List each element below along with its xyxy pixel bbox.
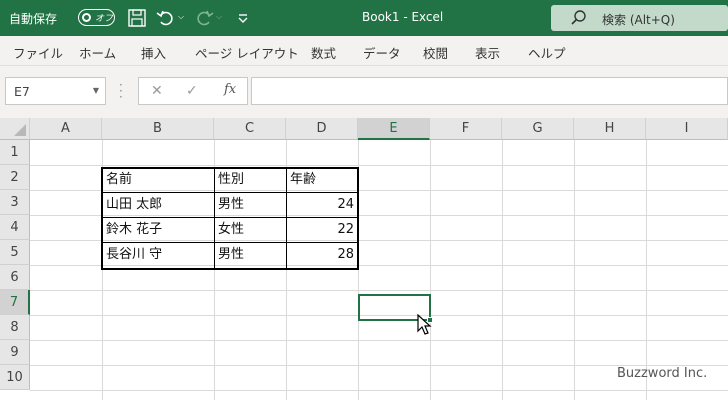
ribbon-tabs: ファイル ホーム 挿入 ページ レイアウト 数式 データ 校閲 表示 ヘルプ	[0, 36, 728, 66]
cell-c5[interactable]: 男性	[215, 242, 286, 267]
formula-buttons: ✕ ✓ fx	[138, 77, 248, 105]
redo-icon[interactable]	[193, 7, 215, 29]
gridline-h	[30, 390, 728, 391]
undo-dropdown-icon[interactable]: ⌵	[178, 12, 184, 22]
column-header-d[interactable]: D	[286, 118, 358, 140]
select-all-triangle-icon	[14, 124, 26, 136]
column-header-e[interactable]: E	[358, 118, 430, 140]
autosave-state: オフ	[95, 14, 114, 24]
tab-formulas[interactable]: 数式	[311, 43, 336, 62]
gridline-v	[430, 140, 431, 400]
row-header-1[interactable]: 1	[0, 140, 30, 165]
row-header-4[interactable]: 4	[0, 215, 30, 240]
column-header-h[interactable]: H	[574, 118, 646, 140]
name-box-dropdown-icon[interactable]: ▼	[93, 86, 99, 95]
formula-bar-resize-handle-icon[interactable]: · · ·	[119, 79, 123, 103]
column-header-i[interactable]: I	[646, 118, 728, 140]
row-header-8[interactable]: 8	[0, 315, 30, 340]
cell-d5[interactable]: 28	[287, 242, 357, 267]
cell-d4[interactable]: 22	[287, 217, 357, 242]
tab-data[interactable]: データ	[363, 43, 401, 62]
enter-icon[interactable]: ✓	[186, 83, 198, 99]
watermark: Buzzword Inc.	[617, 366, 708, 381]
cell-b2[interactable]: 名前	[103, 167, 214, 192]
cell-d3[interactable]: 24	[287, 192, 357, 217]
mouse-cursor-icon	[417, 314, 432, 335]
autosave-toggle[interactable]: オフ	[78, 9, 115, 26]
gridline-v	[574, 140, 575, 400]
tab-view[interactable]: 表示	[475, 43, 500, 62]
gridline-h	[30, 290, 728, 291]
undo-icon[interactable]	[155, 7, 177, 29]
search-placeholder: 検索 (Alt+Q)	[602, 13, 675, 27]
row-header-2[interactable]: 2	[0, 165, 30, 190]
row-header-3[interactable]: 3	[0, 190, 30, 215]
row-header-7[interactable]: 7	[0, 290, 30, 315]
tab-home[interactable]: ホーム	[79, 43, 116, 62]
tab-review[interactable]: 校閲	[423, 43, 448, 62]
formula-bar-area: E7 ▼ · · · ✕ ✓ fx	[0, 66, 728, 118]
save-icon[interactable]	[126, 7, 148, 29]
column-header-c[interactable]: C	[214, 118, 286, 140]
search-box[interactable]: 検索 (Alt+Q)	[551, 5, 728, 31]
cell-b4[interactable]: 鈴木 花子	[103, 217, 214, 242]
select-all-button[interactable]	[0, 118, 30, 140]
cell-c2[interactable]: 性別	[215, 167, 286, 192]
toggle-knob-icon	[82, 13, 91, 22]
search-icon	[571, 10, 586, 25]
cell-c4[interactable]: 女性	[215, 217, 286, 242]
customize-toolbar-icon[interactable]	[233, 7, 255, 29]
gridline-v	[646, 140, 647, 400]
gridline-h	[30, 165, 728, 166]
row-header-6[interactable]: 6	[0, 265, 30, 290]
cell-c3[interactable]: 男性	[215, 192, 286, 217]
autosave-label: 自動保存	[9, 12, 58, 26]
cancel-icon[interactable]: ✕	[151, 83, 163, 99]
gridline-h	[30, 340, 728, 341]
tab-file[interactable]: ファイル	[13, 43, 63, 62]
document-title: Book1 - Excel	[362, 10, 444, 24]
formula-input[interactable]	[251, 77, 728, 105]
name-box[interactable]: E7 ▼	[5, 77, 106, 105]
row-header-9[interactable]: 9	[0, 340, 30, 365]
gridline-v	[502, 140, 503, 400]
column-header-a[interactable]: A	[30, 118, 102, 140]
row-header-10[interactable]: 10	[0, 365, 30, 390]
insert-function-button[interactable]: fx	[224, 82, 236, 97]
title-bar: 自動保存 オフ ⌵ ⌵ Book1 - Excel 検索 (Alt+Q)	[0, 0, 728, 36]
worksheet-grid[interactable]: A B C D E F G H I 1 2 3 4 5 6 7 8 9 10 名…	[0, 118, 728, 400]
redo-dropdown-icon[interactable]: ⌵	[216, 12, 222, 22]
cell-b3[interactable]: 山田 太郎	[103, 192, 214, 217]
column-header-b[interactable]: B	[102, 118, 214, 140]
cell-d2[interactable]: 年齢	[287, 167, 357, 192]
column-header-f[interactable]: F	[430, 118, 502, 140]
tab-insert[interactable]: 挿入	[141, 43, 166, 62]
cell-b5[interactable]: 長谷川 守	[103, 242, 214, 267]
column-header-g[interactable]: G	[502, 118, 574, 140]
row-header-5[interactable]: 5	[0, 240, 30, 265]
name-box-value: E7	[14, 84, 30, 99]
tab-help[interactable]: ヘルプ	[528, 43, 566, 62]
tab-page-layout[interactable]: ページ レイアウト	[195, 43, 299, 62]
